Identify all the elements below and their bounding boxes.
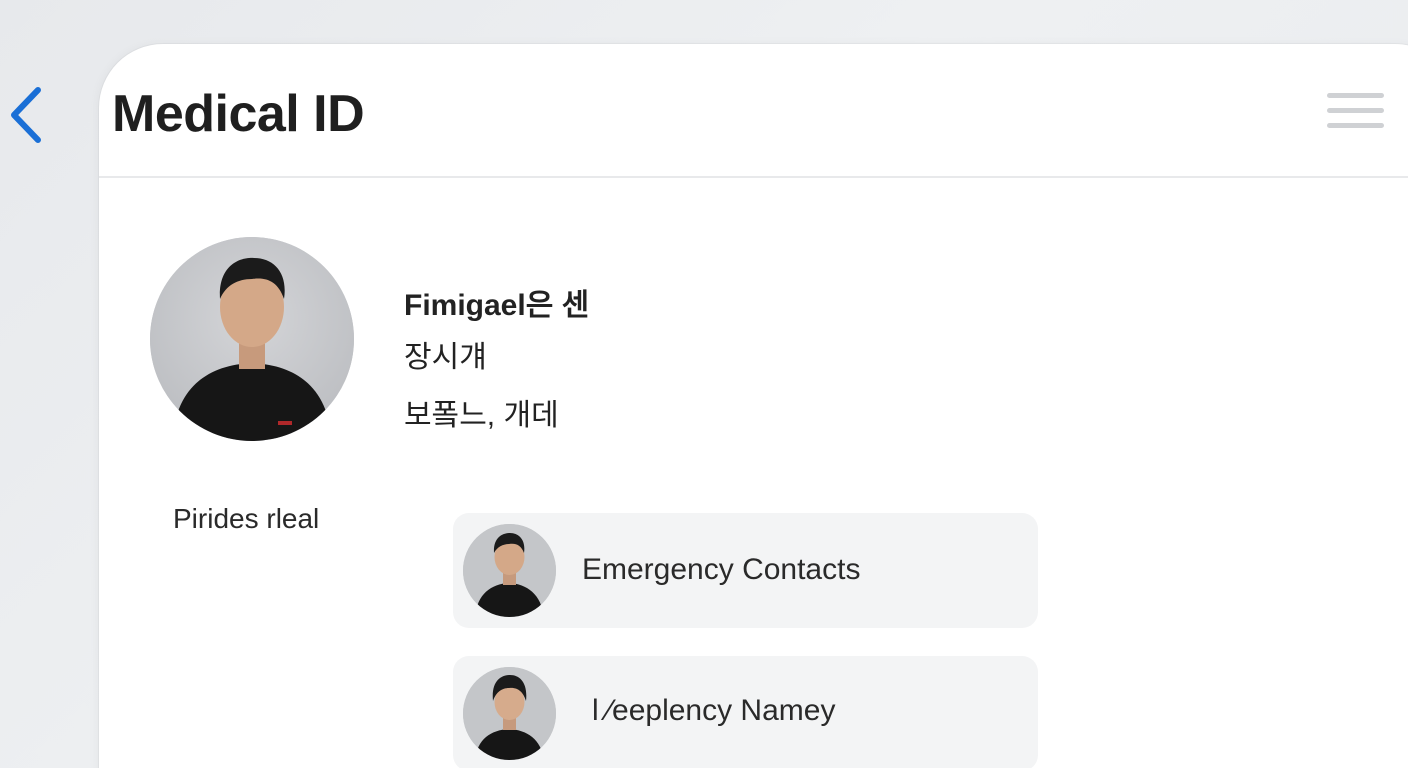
- profile-detail-line-3: 보퐄느, 개데: [404, 399, 559, 432]
- profile-detail-line-2: 장시걔: [404, 341, 487, 374]
- hamburger-menu-icon: [1327, 93, 1384, 98]
- contact-avatar: [463, 667, 556, 760]
- menu-button[interactable]: [1323, 91, 1387, 131]
- profile-avatar: [150, 237, 354, 441]
- emergency-contacts-row[interactable]: Emergency Contacts: [453, 513, 1038, 628]
- section-side-label: Pirides rleal: [173, 503, 320, 534]
- contact-avatar: [463, 524, 556, 617]
- emergency-name-row[interactable]: l ⁄eeplency Namey: [453, 656, 1038, 768]
- person-photo-icon: [463, 524, 556, 617]
- profile-name: Fimigael은 센: [404, 289, 590, 322]
- medical-id-card: Medical ID Fimigael은 센 장시걔 보퐄느, 개데 Pirid…: [99, 44, 1408, 768]
- page-title: Medical ID: [112, 85, 365, 143]
- hamburger-line: [1327, 108, 1384, 113]
- header-bar: Medical ID: [99, 44, 1408, 178]
- contact-label: l ⁄eeplency Namey: [592, 694, 836, 727]
- contact-label: Emergency Contacts: [582, 553, 861, 586]
- hamburger-line: [1327, 123, 1384, 128]
- back-button[interactable]: [4, 84, 48, 148]
- person-photo-icon: [463, 667, 556, 760]
- person-photo-icon: [150, 237, 354, 441]
- chevron-left-icon: [11, 87, 41, 143]
